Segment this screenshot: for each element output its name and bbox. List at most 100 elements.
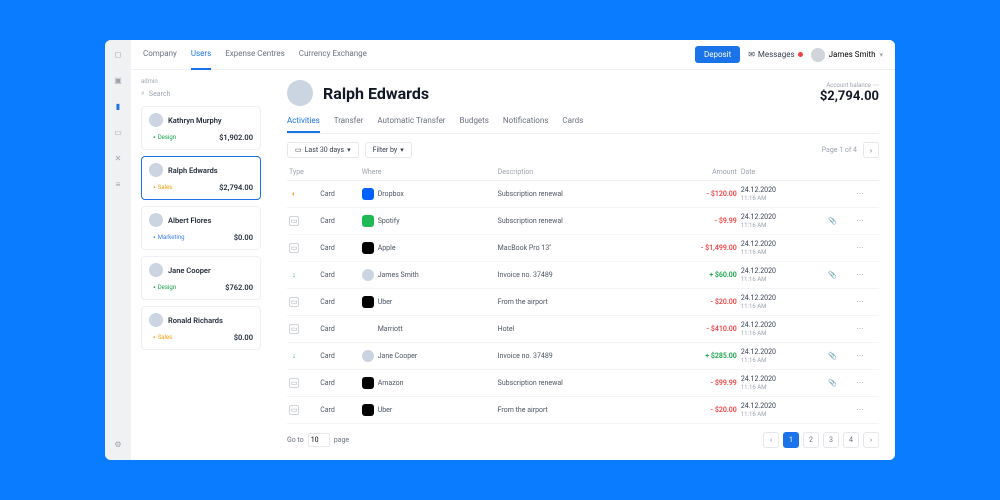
- page-4[interactable]: 4: [843, 432, 859, 448]
- nav-company[interactable]: Company: [143, 40, 177, 70]
- table-row[interactable]: ◐CardDropboxSubscription renewal- $120.0…: [287, 181, 879, 208]
- dashboard-icon[interactable]: ▣: [112, 74, 124, 86]
- user-amount: $2,794.00: [219, 183, 253, 192]
- user-amount: $762.00: [225, 283, 253, 292]
- search-input[interactable]: ⌕ Search: [141, 89, 261, 98]
- nav-currency-exchange[interactable]: Currency Exchange: [299, 40, 367, 70]
- more-icon[interactable]: ⋯: [854, 370, 879, 397]
- tab-cards[interactable]: Cards: [562, 116, 583, 133]
- page-info: Page 1 of 4: [822, 146, 857, 154]
- cell-desc: Invoice no. 37489: [496, 262, 650, 289]
- transactions-table: Type Where Description Amount Date ◐Card…: [287, 164, 879, 424]
- content: admin ⌕ Search Kathryn MurphyDesign$1,90…: [131, 70, 895, 460]
- table-row[interactable]: ▭CardUberFrom the airport- $20.0024.12.2…: [287, 397, 879, 424]
- attachment-icon[interactable]: 📎: [826, 262, 854, 289]
- more-icon[interactable]: ⋯: [854, 343, 879, 370]
- more-icon[interactable]: ⋯: [854, 316, 879, 343]
- avatar: [149, 313, 163, 327]
- tab-budgets[interactable]: Budgets: [460, 116, 489, 133]
- menu-icon[interactable]: ≡: [112, 178, 124, 190]
- table-row[interactable]: ↓CardJames SmithInvoice no. 37489+ $60.0…: [287, 262, 879, 289]
- table-row[interactable]: ▭CardAmazonSubscription renewal- $99.992…: [287, 370, 879, 397]
- attachment-icon[interactable]: 📎: [826, 370, 854, 397]
- page-1[interactable]: 1: [783, 432, 799, 448]
- user-name: Ralph Edwards: [168, 166, 218, 175]
- cell-date: 24.12.202011:16 AM: [739, 316, 826, 343]
- user-name: James Smith: [829, 50, 876, 59]
- user-name: Ronald Richards: [168, 316, 223, 325]
- prev-page[interactable]: ‹: [763, 432, 779, 448]
- table-row[interactable]: ▭CardMarriottHotel- $410.0024.12.202011:…: [287, 316, 879, 343]
- more-icon[interactable]: ⋯: [854, 289, 879, 316]
- attachment-icon[interactable]: 📎: [826, 208, 854, 235]
- user-card[interactable]: Ronald RichardsSales$0.00: [141, 306, 261, 350]
- folder-icon[interactable]: ▭: [112, 126, 124, 138]
- tab-transfer[interactable]: Transfer: [334, 116, 364, 133]
- tab-automatic-transfer[interactable]: Automatic Transfer: [377, 116, 445, 133]
- user-card[interactable]: Albert FloresMarketing$0.00: [141, 206, 261, 250]
- more-icon[interactable]: ⋯: [854, 262, 879, 289]
- more-icon[interactable]: ⋯: [854, 235, 879, 262]
- notification-dot: [798, 52, 803, 57]
- tab-notifications[interactable]: Notifications: [503, 116, 548, 133]
- cell-where: Jane Cooper: [360, 343, 496, 370]
- user-name: Jane Cooper: [168, 266, 211, 275]
- more-icon[interactable]: ⋯: [854, 397, 879, 424]
- user-card[interactable]: Jane CooperDesign$762.00: [141, 256, 261, 300]
- page-2[interactable]: 2: [803, 432, 819, 448]
- more-icon[interactable]: ⋯: [854, 181, 879, 208]
- tabs: Activities Transfer Automatic Transfer Budg…: [287, 116, 879, 134]
- more-icon[interactable]: ⋯: [873, 82, 879, 89]
- user-name: Kathryn Murphy: [168, 116, 222, 125]
- cell-type: Card: [318, 208, 360, 235]
- nav-expense-centres[interactable]: Expense Centres: [225, 40, 285, 70]
- users-sidebar: admin ⌕ Search Kathryn MurphyDesign$1,90…: [131, 70, 271, 460]
- user-name: Albert Flores: [168, 216, 211, 225]
- user-card[interactable]: Kathryn MurphyDesign$1,902.00: [141, 106, 261, 150]
- mail-icon: ✉: [748, 50, 755, 59]
- cell-desc: Subscription renewal: [496, 208, 650, 235]
- attachment-icon: [826, 316, 854, 343]
- attachment-icon[interactable]: 📎: [826, 343, 854, 370]
- cell-amount: + $285.00: [650, 343, 739, 370]
- more-icon[interactable]: ⋯: [854, 208, 879, 235]
- deposit-button[interactable]: Deposit: [695, 46, 740, 63]
- attachment-icon: [826, 235, 854, 262]
- cell-amount: - $9.99: [650, 208, 739, 235]
- table-row[interactable]: ▭CardUberFrom the airport- $20.0024.12.2…: [287, 289, 879, 316]
- goto-input[interactable]: [308, 433, 330, 447]
- type-icon: ▭: [289, 243, 299, 253]
- tab-activities[interactable]: Activities: [287, 116, 320, 133]
- table-row[interactable]: ▭CardAppleMacBook Pro 13"- $1,499.0024.1…: [287, 235, 879, 262]
- page-3[interactable]: 3: [823, 432, 839, 448]
- next-page-button[interactable]: ›: [863, 142, 879, 158]
- tools-icon[interactable]: ✕: [112, 152, 124, 164]
- cell-type: Card: [318, 316, 360, 343]
- settings-icon[interactable]: ⚙: [112, 438, 124, 450]
- page-word: page: [334, 436, 349, 444]
- cell-where: Uber: [360, 289, 496, 316]
- table-row[interactable]: ↓CardJane CooperInvoice no. 37489+ $285.…: [287, 343, 879, 370]
- filter-by[interactable]: Filter by▾: [365, 142, 412, 158]
- next-page[interactable]: ›: [863, 432, 879, 448]
- home-icon[interactable]: ◻: [112, 48, 124, 60]
- user-menu[interactable]: James Smith ▾: [811, 48, 883, 62]
- date-filter[interactable]: ▭Last 30 days▾: [287, 142, 359, 158]
- col-desc: Description: [496, 164, 650, 181]
- messages-link[interactable]: ✉ Messages: [748, 50, 802, 59]
- wallet-icon[interactable]: ▮: [112, 100, 124, 112]
- type-icon: ◐: [289, 189, 299, 199]
- avatar: [149, 213, 163, 227]
- type-icon: ▭: [289, 324, 299, 334]
- cell-amount: - $20.00: [650, 289, 739, 316]
- table-row[interactable]: ▭CardSpotifySubscription renewal- $9.992…: [287, 208, 879, 235]
- cell-date: 24.12.202011:16 AM: [739, 370, 826, 397]
- user-card[interactable]: Ralph EdwardsSales$2,794.00: [141, 156, 261, 200]
- page-title: Ralph Edwards: [323, 84, 429, 103]
- cell-type: Card: [318, 397, 360, 424]
- cell-desc: Invoice no. 37489: [496, 343, 650, 370]
- cell-where: Amazon: [360, 370, 496, 397]
- nav-users[interactable]: Users: [191, 40, 211, 70]
- cell-amount: - $99.99: [650, 370, 739, 397]
- tag-design: Design: [149, 132, 180, 143]
